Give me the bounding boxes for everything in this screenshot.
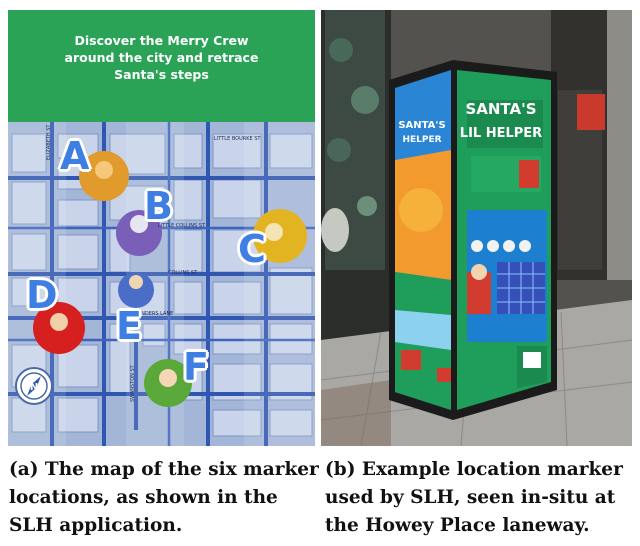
sign-subtitle: LIL HELPER bbox=[460, 126, 542, 141]
photo-scene: SANTA'S LIL HELPER SANTA'S HELPER bbox=[321, 10, 632, 446]
marker-b-label[interactable]: B bbox=[144, 187, 173, 225]
side-title: SANTA'S bbox=[398, 120, 445, 131]
map-header: Discover the Merry Crew around the city … bbox=[8, 10, 315, 122]
marker-f-label[interactable]: F bbox=[183, 348, 209, 386]
svg-text:ELIZABETH ST: ELIZABETH ST bbox=[46, 124, 52, 160]
map-figure: LITTLE BOURKE ST LITTLE COLLINS ST COLLI… bbox=[8, 10, 315, 446]
svg-text:SWANSTON ST: SWANSTON ST bbox=[130, 364, 136, 402]
header-line-3: Santa's steps bbox=[114, 67, 209, 82]
compass-icon[interactable]: N bbox=[15, 367, 53, 405]
sign-title: SANTA'S bbox=[465, 100, 536, 118]
svg-text:LITTLE BOURKE ST: LITTLE BOURKE ST bbox=[214, 136, 261, 142]
marker-e-label[interactable]: E bbox=[116, 307, 142, 345]
header-line-1: Discover the Merry Crew bbox=[74, 33, 249, 48]
caption-a: (a) The map of the six marker locations,… bbox=[9, 459, 319, 536]
caption-b: (b) Example location marker used by SLH,… bbox=[325, 459, 623, 536]
svg-text:COLLINS ST: COLLINS ST bbox=[168, 270, 198, 276]
header-line-2: around the city and retrace bbox=[64, 50, 259, 65]
side-subtitle: HELPER bbox=[402, 135, 441, 145]
svg-text:N: N bbox=[30, 382, 38, 393]
marker-a-label[interactable]: A bbox=[60, 137, 89, 175]
marker-d-label[interactable]: D bbox=[26, 276, 58, 314]
marker-photo: SANTA'S LIL HELPER SANTA'S HELPER bbox=[321, 10, 632, 446]
marker-c-label[interactable]: C bbox=[238, 230, 266, 268]
